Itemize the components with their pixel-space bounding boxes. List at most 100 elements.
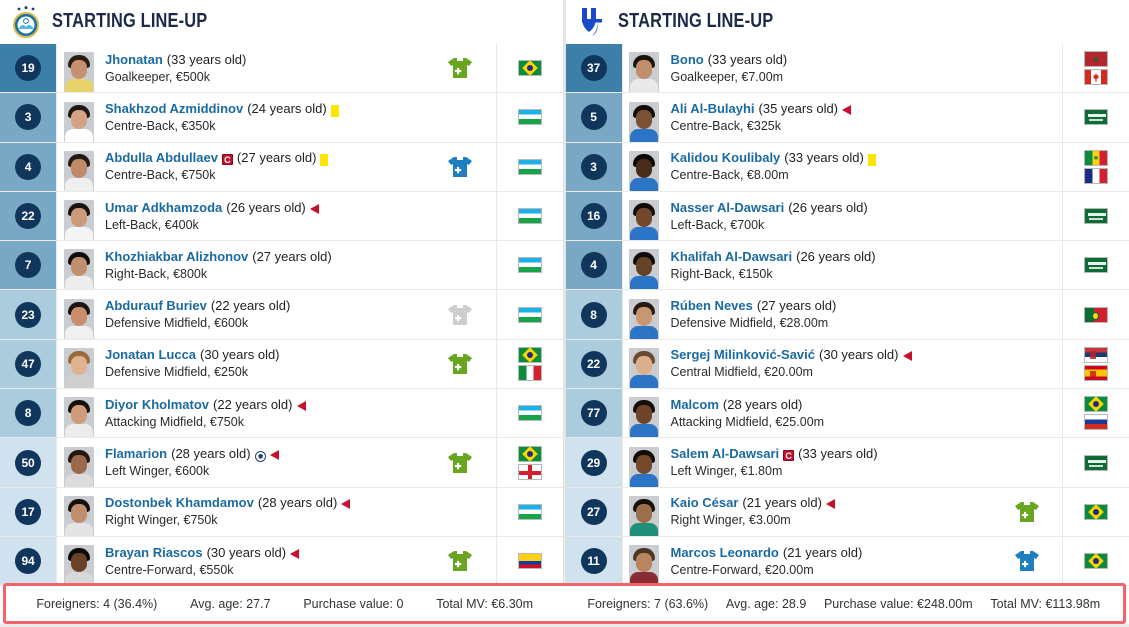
table-row[interactable]: 77 Malcom (28 years old) Attacking Midfield… bbox=[565, 389, 1129, 439]
player-name-link[interactable]: Abdulla Abdullaev bbox=[105, 150, 218, 166]
player-age: (33 years old) bbox=[784, 150, 864, 166]
player-name-row: Kaio César (21 years old) bbox=[671, 495, 992, 511]
player-age: (27 years old) bbox=[756, 298, 837, 314]
player-name-link[interactable]: Ali Al-Bulayhi bbox=[671, 101, 755, 117]
table-row[interactable]: 8 Rúben Neves (27 years old) Defensive Midf… bbox=[565, 290, 1129, 340]
table-row[interactable]: 50 Flamarion (28 years old) Left Winger, €6… bbox=[0, 438, 563, 488]
shirt-number-cell: 7 bbox=[0, 241, 56, 290]
table-row[interactable]: 94 Brayan Riascos (30 years old) Centre-For… bbox=[0, 536, 563, 587]
player-photo-cell[interactable] bbox=[56, 241, 96, 290]
panel-title: STARTING LINE-UP bbox=[52, 10, 208, 32]
substitution-cell bbox=[425, 290, 497, 339]
player-name-link[interactable]: Khozhiakbar Alizhonov bbox=[105, 249, 248, 265]
player-position-value: Goalkeeper, €500k bbox=[105, 69, 210, 84]
player-name-link[interactable]: Sergej Milinković-Savić bbox=[671, 347, 816, 363]
player-position-value: Left-Back, €400k bbox=[105, 217, 199, 232]
lineup-summary-bar: Foreigners: 4 (36.4%) Avg. age: 27.7 Purch… bbox=[3, 583, 1126, 624]
player-list: 37 Bono (33 years old) Goalkeeper, €7.00m 5 A… bbox=[565, 44, 1129, 627]
table-row[interactable]: 5 Ali Al-Bulayhi (35 years old) Centre-Back… bbox=[565, 93, 1129, 143]
player-photo-cell[interactable] bbox=[56, 142, 96, 191]
player-name-link[interactable]: Abdurauf Buriev bbox=[105, 298, 207, 314]
player-name-link[interactable]: Diyor Kholmatov bbox=[105, 397, 209, 413]
flag-uzbekistan-icon bbox=[517, 503, 542, 520]
table-row[interactable]: 22 Umar Adkhamzoda (26 years old) Left-Back… bbox=[0, 191, 563, 242]
substitution-cell bbox=[991, 389, 1063, 438]
player-name-link[interactable]: Umar Adkhamzoda bbox=[105, 200, 222, 216]
player-name-link[interactable]: Khalifah Al-Dawsari bbox=[671, 249, 793, 265]
player-photo-cell[interactable] bbox=[621, 44, 662, 93]
player-photo-cell[interactable] bbox=[56, 339, 96, 389]
player-name-link[interactable]: Nasser Al-Dawsari bbox=[671, 200, 785, 216]
player-photo-cell[interactable] bbox=[621, 536, 662, 586]
player-name-row: Jonatan Lucca (30 years old) bbox=[105, 347, 425, 363]
table-row[interactable]: 8 Diyor Kholmatov (22 years old) Attacking … bbox=[0, 389, 563, 439]
yellow-card-icon bbox=[330, 104, 339, 117]
table-row[interactable]: 4 Abdulla Abdullaev (27 years old) Centre-B… bbox=[0, 142, 563, 192]
player-name-link[interactable]: Dostonbek Khamdamov bbox=[105, 495, 254, 511]
player-age: (30 years old) bbox=[206, 544, 287, 560]
table-row[interactable]: 27 Kaio César (21 years old) Right Winger, … bbox=[565, 487, 1129, 537]
player-name-link[interactable]: Kalidou Koulibaly bbox=[671, 150, 781, 166]
player-name-link[interactable]: Rúben Neves bbox=[671, 298, 753, 314]
player-photo-cell[interactable] bbox=[56, 536, 96, 586]
player-name-link[interactable]: Brayan Riascos bbox=[105, 545, 203, 561]
player-photo-cell[interactable] bbox=[56, 438, 96, 487]
player-photo-cell[interactable] bbox=[56, 191, 96, 241]
player-photo-cell[interactable] bbox=[621, 438, 662, 487]
table-row[interactable]: 19 Jhonatan (33 years old) Goalkeeper, €500… bbox=[0, 44, 563, 94]
flag-uzbekistan-icon bbox=[517, 257, 542, 274]
table-row[interactable]: 22 Sergej Milinković-Savić (30 years old) C… bbox=[565, 339, 1129, 390]
player-photo-cell[interactable] bbox=[621, 339, 662, 389]
player-photo-cell[interactable] bbox=[621, 389, 662, 438]
player-name-link[interactable]: Kaio César bbox=[671, 495, 739, 511]
player-photo-cell[interactable] bbox=[621, 290, 662, 339]
player-info: Abdulla Abdullaev (27 years old) Centre-Ba… bbox=[96, 143, 425, 191]
player-name-link[interactable]: Flamarion bbox=[105, 446, 167, 462]
table-row[interactable]: 3 Kalidou Koulibaly (33 years old) Centre-B… bbox=[565, 142, 1129, 192]
shirt-number: 4 bbox=[580, 252, 607, 279]
player-photo-cell[interactable] bbox=[56, 93, 96, 142]
player-name-link[interactable]: Bono bbox=[671, 52, 704, 68]
player-position-value: Defensive Midfield, €250k bbox=[105, 365, 249, 380]
player-name-link[interactable]: Shakhzod Azmiddinov bbox=[105, 101, 243, 117]
player-name-link[interactable]: Malcom bbox=[671, 397, 719, 413]
no-substitution-icon bbox=[1014, 106, 1040, 128]
player-photo-cell[interactable] bbox=[621, 241, 662, 290]
player-position-value: Attacking Midfield, €750k bbox=[105, 414, 244, 429]
table-row[interactable]: 17 Dostonbek Khamdamov (28 years old) Right… bbox=[0, 487, 563, 537]
table-row[interactable]: 3 Shakhzod Azmiddinov (24 years old) Centre… bbox=[0, 93, 563, 143]
player-photo-cell[interactable] bbox=[56, 487, 96, 536]
player-photo-cell[interactable] bbox=[621, 93, 662, 142]
player-name-link[interactable]: Salem Al-Dawsari bbox=[671, 446, 780, 462]
player-name-link[interactable]: Jonatan Lucca bbox=[105, 347, 196, 363]
sub-on-grey-icon bbox=[447, 304, 473, 326]
substitution-cell bbox=[991, 290, 1063, 339]
table-row[interactable]: 16 Nasser Al-Dawsari (26 years old) Left-Ba… bbox=[565, 191, 1129, 242]
shirt-number-cell: 22 bbox=[0, 191, 56, 241]
table-row[interactable]: 37 Bono (33 years old) Goalkeeper, €7.00m bbox=[565, 44, 1129, 94]
player-name-row: Bono (33 years old) bbox=[671, 52, 992, 68]
table-row[interactable]: 47 Jonatan Lucca (30 years old) Defensive M… bbox=[0, 339, 563, 390]
player-photo-cell[interactable] bbox=[56, 389, 96, 438]
table-row[interactable]: 11 Marcos Leonardo (21 years old) Centre-Fo… bbox=[565, 536, 1129, 587]
player-name-link[interactable]: Jhonatan bbox=[105, 52, 163, 68]
player-photo-cell[interactable] bbox=[621, 487, 662, 536]
substituted-off-icon bbox=[309, 203, 319, 214]
player-name-link[interactable]: Marcos Leonardo bbox=[671, 545, 779, 561]
player-photo-cell[interactable] bbox=[56, 44, 96, 93]
table-row[interactable]: 29 Salem Al-Dawsari (33 years old) Left Win… bbox=[565, 438, 1129, 488]
no-substitution-icon bbox=[1014, 353, 1040, 375]
flag-saudi-arabia-icon bbox=[1084, 454, 1108, 471]
player-photo-cell[interactable] bbox=[621, 142, 662, 191]
player-info: Nasser Al-Dawsari (26 years old) Left-Back… bbox=[662, 192, 992, 240]
table-row[interactable]: 7 Khozhiakbar Alizhonov (27 years old) Righ… bbox=[0, 241, 563, 291]
substitution-cell bbox=[991, 536, 1063, 586]
flag-colombia-icon bbox=[517, 553, 542, 570]
substitution-cell bbox=[425, 241, 497, 290]
table-row[interactable]: 4 Khalifah Al-Dawsari (26 years old) Right-… bbox=[565, 241, 1129, 291]
player-photo-cell[interactable] bbox=[621, 191, 662, 241]
table-row[interactable]: 23 Abdurauf Buriev (22 years old) Defensive… bbox=[0, 290, 563, 340]
flag-georgia-icon bbox=[517, 463, 542, 480]
shirt-number-cell: 3 bbox=[565, 142, 622, 191]
player-photo-cell[interactable] bbox=[56, 290, 96, 339]
